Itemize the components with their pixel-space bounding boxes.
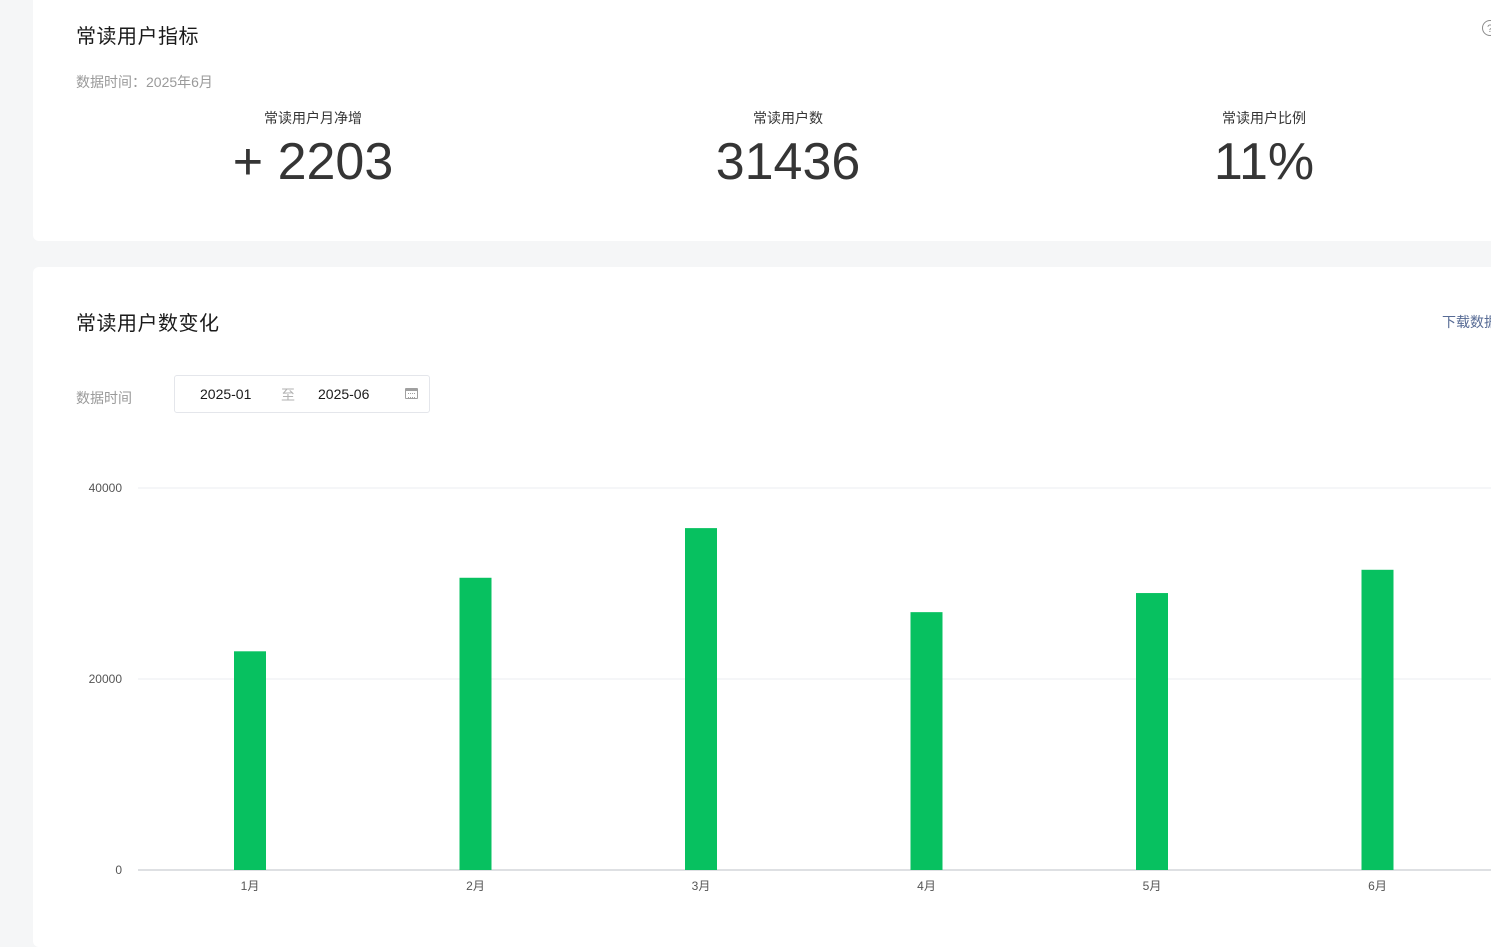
metric-value: + 2203 [232,133,394,191]
bar-1[interactable] [234,651,266,870]
y-tick-label: 0 [115,863,122,877]
metric-user-count: 常读用户数 31436 [638,108,938,190]
x-tick-label: 6月 [1368,879,1387,893]
metrics-data-time: 数据时间：2025年6月 [76,74,213,90]
y-tick-label: 40000 [89,481,123,495]
metrics-card-title: 常读用户指标 [76,26,199,48]
metric-value: 31436 [715,133,861,191]
chart-card: 常读用户数变化 下载数据 数据时间 2025-01 至 2025-06 0200… [33,267,1491,947]
bar-chart: 0 20000 40000 1月 2月 3月 4月 5月 6月 [89,481,1491,893]
metric-label: 常读用户数 [753,110,823,126]
metric-user-ratio: 常读用户比例 11% [1114,108,1414,190]
metric-label: 常读用户比例 [1222,110,1306,126]
x-tick-label: 1月 [241,879,260,893]
y-tick-label: 20000 [89,672,123,686]
bar-3[interactable] [685,528,717,870]
bar-2[interactable] [459,577,492,870]
bar-5[interactable] [1136,593,1168,870]
bar-4[interactable] [910,612,943,870]
metric-label: 常读用户月净增 [264,110,362,126]
metric-net-increase: 常读用户月净增 + 2203 [163,108,463,190]
x-tick-label: 3月 [692,879,711,893]
x-tick-label: 5月 [1143,879,1162,893]
bar-6[interactable] [1361,569,1394,870]
metric-value: 11% [1213,133,1315,191]
x-tick-label: 4月 [917,879,936,893]
x-tick-label: 2月 [466,879,485,893]
metrics-card: 常读用户指标 ? 数据时间：2025年6月 常读用户月净增 + 2203 常读用… [33,0,1491,241]
help-icon[interactable]: ? [1482,20,1491,36]
